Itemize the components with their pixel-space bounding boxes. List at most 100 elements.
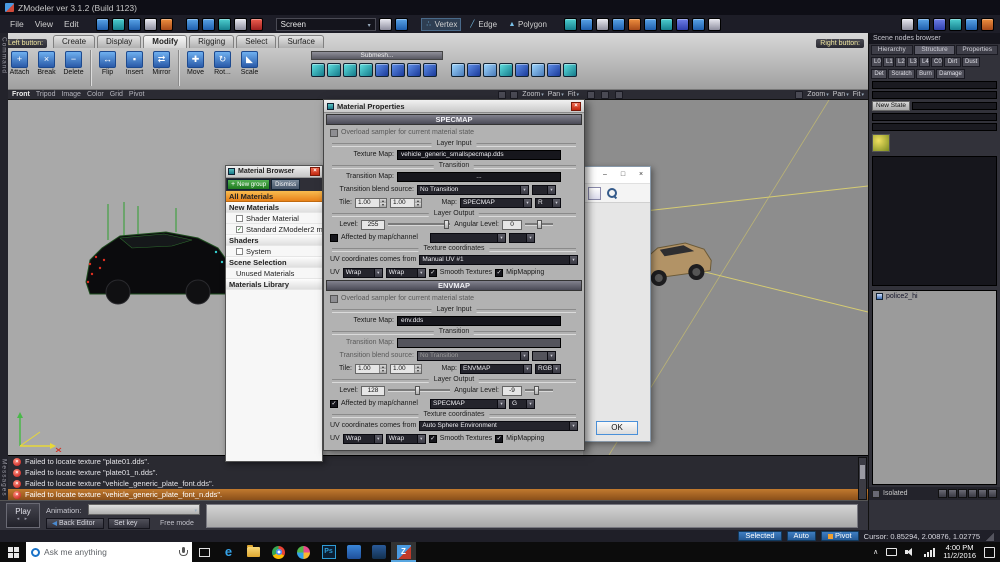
affected-map-dropdown[interactable]: SPECMAP	[430, 399, 506, 409]
state-button-dirt[interactable]: Dirt	[944, 57, 961, 67]
toolbar-icon[interactable]	[144, 18, 157, 31]
spinner-down-icon[interactable]	[380, 369, 386, 373]
microphone-icon[interactable]	[179, 547, 187, 558]
display-mode-icon[interactable]	[968, 489, 977, 498]
state-button-burn[interactable]: Burn	[916, 69, 935, 79]
toggle-polygon[interactable]: Polygon	[504, 18, 551, 31]
tool-delete[interactable]: −Delete	[60, 49, 87, 87]
log-entry[interactable]: Failed to locate texture "plate01.dds".	[8, 456, 868, 467]
toolbar-icon[interactable]	[580, 18, 593, 31]
toolbar-icon[interactable]	[112, 18, 125, 31]
free-mode-label[interactable]: Free mode	[160, 520, 194, 527]
material-browser-titlebar[interactable]: Material Browser	[226, 166, 322, 178]
wrap-v-dropdown[interactable]: Wrap	[386, 434, 426, 444]
uv-from-dropdown[interactable]: Manual UV #1	[419, 255, 578, 265]
slider-thumb[interactable]	[537, 220, 542, 229]
state-button-l4[interactable]: L4	[919, 57, 930, 67]
submesh-cube-icon[interactable]	[311, 63, 325, 77]
toolbar-icon[interactable]	[128, 18, 141, 31]
toolbar-icon[interactable]	[628, 18, 641, 31]
material-properties-titlebar[interactable]: Material Properties	[324, 100, 584, 113]
level-value[interactable]: 128	[361, 386, 385, 396]
viewport-menu-pivot[interactable]: Pivot	[129, 91, 145, 98]
toolbar-icon[interactable]	[234, 18, 247, 31]
viewport-option-icon[interactable]	[795, 91, 803, 99]
slider-thumb[interactable]	[415, 386, 420, 395]
level-slider[interactable]	[388, 386, 450, 395]
command-strip[interactable]: Command	[0, 33, 8, 455]
submesh-cube-icon[interactable]	[375, 63, 389, 77]
message-log[interactable]: Failed to locate texture "plate01.dds". …	[8, 455, 868, 500]
material-list-item-unused[interactable]: Unused Materials	[226, 268, 322, 279]
spinner-down-icon[interactable]	[380, 203, 386, 207]
level-value[interactable]: 255	[361, 220, 385, 230]
submesh-cube-icon[interactable]	[407, 63, 421, 77]
material-list-item-all[interactable]: All Materials	[226, 191, 322, 202]
toolbar-icon[interactable]	[218, 18, 231, 31]
section-header-specmap[interactable]: SPECMAP	[326, 114, 582, 125]
angular-level-value[interactable]: 0	[502, 220, 522, 230]
slider-thumb[interactable]	[534, 386, 539, 395]
start-button[interactable]	[0, 542, 26, 562]
viewport-option-icon[interactable]	[587, 91, 595, 99]
tool-scale[interactable]: ◣Scale	[236, 49, 263, 87]
tab-create[interactable]: Create	[53, 35, 95, 48]
texture-map-field[interactable]: vehicle_generic_smallspecmap.dds	[397, 150, 561, 160]
submesh-cube-icon[interactable]	[327, 63, 341, 77]
state-button-l2[interactable]: L2	[895, 57, 906, 67]
affected-channel-dropdown[interactable]	[509, 233, 535, 243]
pan-control[interactable]: Pan	[833, 91, 849, 98]
zoom-control[interactable]: Zoom	[522, 91, 543, 98]
car-model-front-view[interactable]	[80, 202, 240, 310]
toolbar-icon[interactable]	[379, 18, 392, 31]
tool-mirror[interactable]: ⇄Mirror	[148, 49, 175, 87]
pan-control[interactable]: Pan	[548, 91, 564, 98]
transition-channel-dropdown[interactable]	[532, 185, 556, 195]
smooth-textures-checkbox[interactable]	[429, 435, 437, 443]
taskbar-app-photoshop[interactable]	[316, 542, 341, 562]
wrap-u-dropdown[interactable]: Wrap	[343, 434, 383, 444]
material-list-item-system[interactable]: System	[226, 246, 322, 257]
checkbox-icon[interactable]	[236, 215, 243, 222]
viewport-label-front[interactable]: Front	[12, 91, 30, 98]
action-center-icon[interactable]	[984, 547, 995, 558]
viewport-menu-grid[interactable]: Grid	[110, 91, 123, 98]
toolbar-icon[interactable]	[949, 18, 962, 31]
angular-level-value[interactable]: -9	[502, 386, 522, 396]
set-key-button[interactable]: Set key	[108, 518, 150, 529]
transition-map-field[interactable]	[397, 338, 561, 348]
log-entry-selected[interactable]: Failed to locate texture "vehicle_generi…	[8, 489, 868, 500]
taskbar-app-blue[interactable]	[341, 542, 366, 562]
close-icon[interactable]	[632, 167, 650, 183]
texture-tool-icon[interactable]	[588, 187, 601, 200]
submesh-cube-icon[interactable]	[391, 63, 405, 77]
tab-hierarchy[interactable]: Hierarchy	[871, 45, 913, 55]
material-list-item-shader[interactable]: Shader Material	[226, 213, 322, 224]
tool-attach[interactable]: +Attach	[6, 49, 33, 87]
tool-flip[interactable]: ↔Flip	[94, 49, 121, 87]
viewport-menu-image[interactable]: Image	[61, 91, 80, 98]
state-button-l1[interactable]: L1	[883, 57, 894, 67]
toolbar-icon[interactable]	[186, 18, 199, 31]
display-mode-icon[interactable]	[948, 489, 957, 498]
texture-map-field[interactable]: env.dds	[397, 316, 561, 326]
wrap-v-dropdown[interactable]: Wrap	[386, 268, 426, 278]
affected-channel-dropdown[interactable]: G	[509, 399, 535, 409]
transition-blend-dropdown[interactable]: No Transition	[417, 185, 529, 195]
toolbar-icon[interactable]	[644, 18, 657, 31]
state-button-damage[interactable]: Damage	[936, 69, 965, 79]
state-button-dust[interactable]: Dust	[962, 57, 980, 67]
viewport-option-icon[interactable]	[498, 91, 506, 99]
network-icon[interactable]	[924, 548, 935, 557]
taskbar-search[interactable]: Ask me anything	[26, 542, 192, 562]
tab-surface[interactable]: Surface	[278, 35, 324, 48]
dismiss-button[interactable]: Dismiss	[271, 179, 300, 190]
task-view-button[interactable]	[192, 542, 216, 562]
affected-checkbox[interactable]	[330, 234, 338, 242]
tool-break[interactable]: ×Break	[33, 49, 60, 87]
mesh-cube-icon[interactable]	[467, 63, 481, 77]
new-state-button[interactable]: New State	[872, 101, 910, 111]
toolbar-icon[interactable]	[917, 18, 930, 31]
taskbar-app-dark-blue[interactable]	[366, 542, 391, 562]
speaker-icon[interactable]	[905, 547, 916, 557]
